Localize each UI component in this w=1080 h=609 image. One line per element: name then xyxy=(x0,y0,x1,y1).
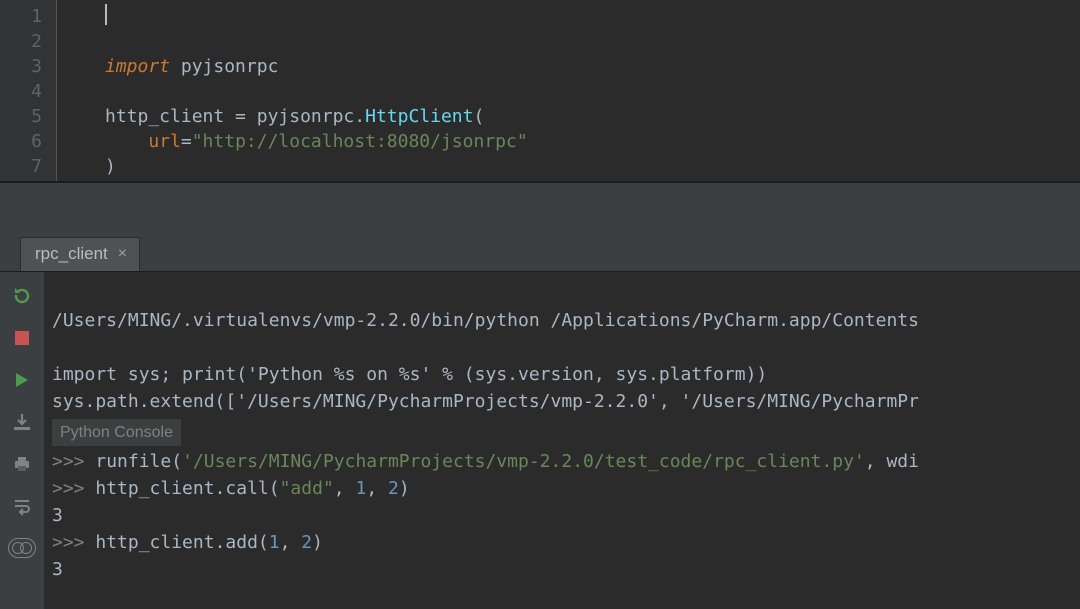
console-code: ) xyxy=(399,478,410,499)
line-number: 5 xyxy=(4,104,42,129)
panel-gap xyxy=(0,182,1080,232)
console-code: , xyxy=(280,532,302,553)
prompt: >>> xyxy=(52,532,95,553)
wrap-icon xyxy=(12,496,32,516)
console-code: , xyxy=(334,478,356,499)
console-number: 1 xyxy=(269,532,280,553)
console-number: 2 xyxy=(388,478,399,499)
stop-icon xyxy=(14,330,30,346)
line-number: 1 xyxy=(4,4,42,29)
tab-label: rpc_client xyxy=(35,244,108,264)
close-icon[interactable]: × xyxy=(118,246,127,262)
console-output[interactable]: /Users/MING/.virtualenvs/vmp-2.2.0/bin/p… xyxy=(44,272,1080,609)
console-number: 1 xyxy=(355,478,366,499)
glasses-icon xyxy=(8,538,36,558)
console-header: Python Console xyxy=(52,419,181,446)
console-code: ) xyxy=(312,532,323,553)
operator-eq: = xyxy=(235,106,246,127)
console-code: , xyxy=(366,478,388,499)
soft-wrap-button[interactable] xyxy=(8,492,36,520)
console-code: http_client.call( xyxy=(95,478,279,499)
paren-open: ( xyxy=(473,106,484,127)
rerun-icon xyxy=(12,286,32,306)
line-number: 3 xyxy=(4,54,42,79)
module-name: pyjsonrpc xyxy=(170,56,278,77)
console-code: runfile( xyxy=(95,451,182,472)
console-line: sys.path.extend(['/Users/MING/PycharmPro… xyxy=(52,391,919,412)
console-number: 2 xyxy=(301,532,312,553)
class-name: HttpClient xyxy=(365,106,473,127)
print-button[interactable] xyxy=(8,450,36,478)
paren-close: ) xyxy=(105,156,116,177)
text-caret xyxy=(105,4,107,25)
console-tab-bar: rpc_client × xyxy=(0,232,1080,272)
string-literal: "http://localhost:8080/jsonrpc" xyxy=(192,131,528,152)
console-result: 3 xyxy=(52,559,63,580)
download-button[interactable] xyxy=(8,408,36,436)
console-string: '/Users/MING/PycharmProjects/vmp-2.2.0/t… xyxy=(182,451,865,472)
stop-button[interactable] xyxy=(8,324,36,352)
kwarg-name: url xyxy=(148,131,181,152)
tab-rpc-client[interactable]: rpc_client × xyxy=(20,237,140,271)
keyword-import: import xyxy=(105,56,170,77)
prompt: >>> xyxy=(52,451,95,472)
code-editor[interactable]: 1 2 3 4 5 6 7 import pyjsonrpc http_clie… xyxy=(0,0,1080,182)
console-toolbar xyxy=(0,272,44,609)
download-icon xyxy=(12,412,32,432)
line-number: 6 xyxy=(4,129,42,154)
run-button[interactable] xyxy=(8,366,36,394)
play-icon xyxy=(13,371,31,389)
show-variables-button[interactable] xyxy=(8,534,36,562)
rerun-button[interactable] xyxy=(8,282,36,310)
line-number: 7 xyxy=(4,154,42,179)
console-string: "add" xyxy=(280,478,334,499)
prompt: >>> xyxy=(52,478,95,499)
console-panel: /Users/MING/.virtualenvs/vmp-2.2.0/bin/p… xyxy=(0,272,1080,609)
console-line: /Users/MING/.virtualenvs/vmp-2.2.0/bin/p… xyxy=(52,310,919,331)
line-number: 4 xyxy=(4,79,42,104)
line-number: 2 xyxy=(4,29,42,54)
code-text-area[interactable]: import pyjsonrpc http_client = pyjsonrpc… xyxy=(57,0,1080,181)
printer-icon xyxy=(12,454,32,474)
console-line: import sys; print('Python %s on %s' % (s… xyxy=(52,364,767,385)
operator-eq: = xyxy=(181,131,192,152)
identifier: http_client xyxy=(105,106,235,127)
module-ref: pyjsonrpc xyxy=(246,106,354,127)
console-code: http_client.add( xyxy=(95,532,268,553)
dot: . xyxy=(354,106,365,127)
indent xyxy=(105,131,148,152)
console-result: 3 xyxy=(52,505,63,526)
console-code: , wdi xyxy=(865,451,919,472)
line-number-gutter: 1 2 3 4 5 6 7 xyxy=(0,0,56,181)
